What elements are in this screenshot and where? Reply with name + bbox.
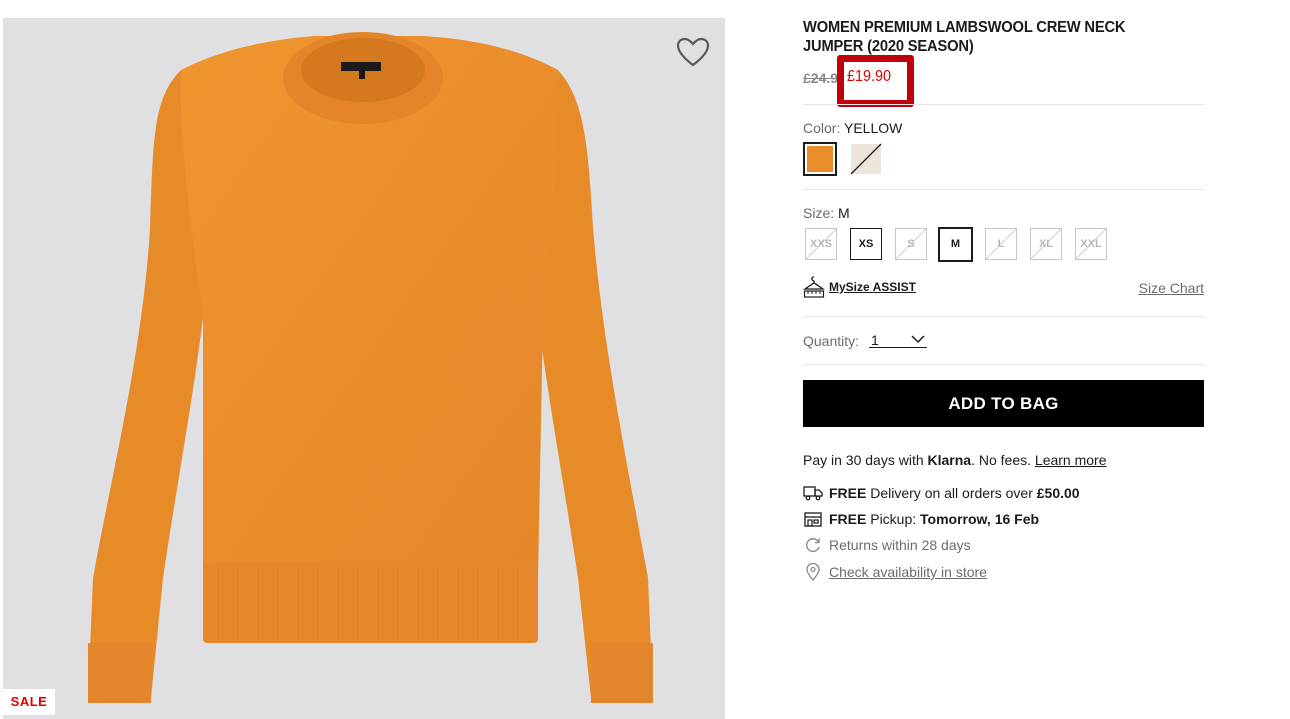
size-option-xs[interactable]: XS xyxy=(850,228,882,260)
quantity-label: Quantity: xyxy=(803,333,860,349)
size-value: M xyxy=(838,205,850,221)
color-swatch-cream[interactable] xyxy=(849,142,883,176)
color-label-row: Color: YELLOW xyxy=(803,120,902,136)
klarna-brand: Klarna xyxy=(927,452,972,468)
quantity-select[interactable]: 1 xyxy=(869,332,927,348)
color-value: YELLOW xyxy=(844,120,903,136)
size-option-m[interactable]: M xyxy=(938,227,973,262)
chevron-down-icon xyxy=(911,335,925,344)
delivery-info: FREE Delivery on all orders over £50.00 xyxy=(803,484,1080,502)
divider xyxy=(803,104,1204,105)
color-label: Color: xyxy=(803,120,841,136)
klarna-prefix: Pay in 30 days with xyxy=(803,452,928,468)
refresh-icon xyxy=(806,538,820,553)
pickup-when: Tomorrow, 16 Feb xyxy=(920,511,1040,527)
size-option-label: XXL xyxy=(1080,238,1102,250)
learn-more-link[interactable]: Learn more xyxy=(1035,452,1107,468)
size-option-s[interactable]: S xyxy=(895,228,927,260)
size-option-l[interactable]: L xyxy=(985,228,1017,260)
product-title: WOMEN PREMIUM LAMBSWOOL CREW NECK JUMPER… xyxy=(803,19,1126,55)
sweater-image xyxy=(88,32,653,703)
size-label: Size: xyxy=(803,205,835,221)
size-option-xl[interactable]: XL xyxy=(1030,228,1062,260)
size-option-xxl[interactable]: XXL xyxy=(1075,228,1107,260)
size-option-label: S xyxy=(907,238,915,250)
product-image[interactable] xyxy=(3,18,725,719)
sale-badge: SALE xyxy=(3,689,55,715)
size-label-row: Size: M xyxy=(803,205,850,221)
original-price: £24.9 xyxy=(803,70,839,86)
add-to-bag-button[interactable]: ADD TO BAG xyxy=(803,380,1204,427)
size-option-label: XXS xyxy=(809,238,832,250)
returns-text: Returns within 28 days xyxy=(829,537,971,553)
pickup-info: FREE Pickup: Tomorrow, 16 Feb xyxy=(803,510,1039,528)
truck-icon xyxy=(803,486,823,501)
heart-icon[interactable] xyxy=(675,36,711,68)
divider xyxy=(803,364,1204,365)
delivery-free: FREE xyxy=(829,485,867,501)
returns-info: Returns within 28 days xyxy=(803,536,971,554)
mysize-assist-link[interactable]: MySize ASSIST xyxy=(803,274,916,300)
sale-price: £19.90 xyxy=(847,68,892,85)
klarna-suffix: . No fees. xyxy=(971,452,1035,468)
hanger-icon xyxy=(803,276,825,298)
store-availability: Check availability in store xyxy=(803,563,987,581)
color-swatch-yellow[interactable] xyxy=(803,142,837,176)
size-option-label: L xyxy=(997,238,1005,250)
size-option-label: M xyxy=(950,238,961,250)
size-option-label: XS xyxy=(858,238,874,250)
size-chart-link[interactable]: Size Chart xyxy=(1139,280,1204,296)
delivery-amount: £50.00 xyxy=(1036,485,1080,501)
quantity-value: 1 xyxy=(871,332,879,348)
size-option-label: XL xyxy=(1038,238,1054,250)
size-option-xxs[interactable]: XXS xyxy=(805,228,837,260)
store-icon xyxy=(804,512,822,527)
pickup-free: FREE xyxy=(829,511,867,527)
check-availability-link[interactable]: Check availability in store xyxy=(829,564,987,580)
location-pin-icon xyxy=(806,563,820,581)
delivery-text: Delivery on all orders over xyxy=(866,485,1037,501)
pickup-text: Pickup: xyxy=(866,511,921,527)
divider xyxy=(803,189,1204,190)
klarna-message: Pay in 30 days with Klarna. No fees. Lea… xyxy=(803,452,1107,468)
divider xyxy=(803,316,1204,317)
mysize-assist-label: MySize ASSIST xyxy=(829,280,916,294)
